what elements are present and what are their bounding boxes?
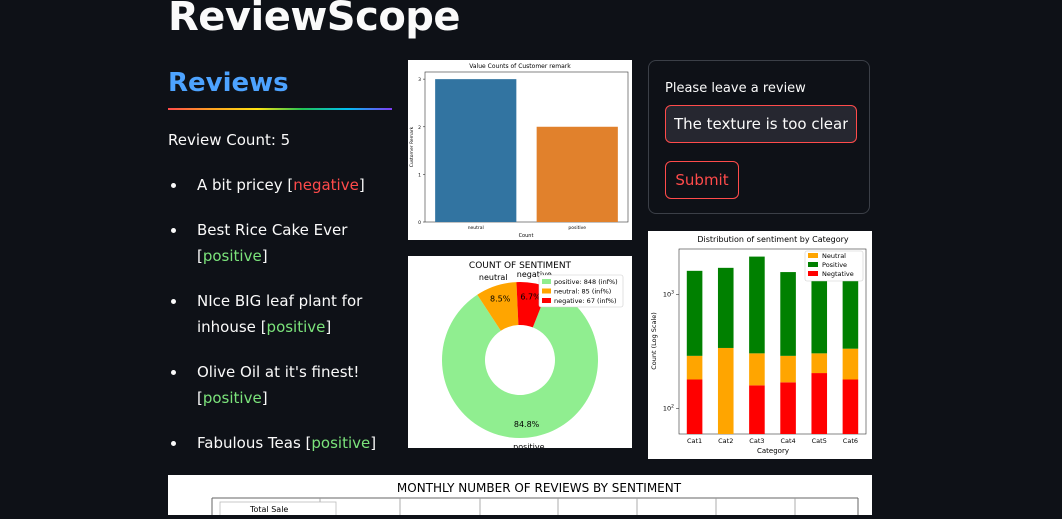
sentiment-donut-chart-svg: COUNT OF SENTIMENT 84.8%positive8.5%neut… (442, 261, 624, 452)
monthly-reviews-table-svg: MONTHLY NUMBER OF REVIEWS BY SENTIMENT T… (211, 481, 859, 519)
legend-entry: Neutral (822, 252, 846, 260)
legend-swatch (542, 288, 551, 294)
review-text: Best Rice Cake Ever (197, 221, 348, 239)
bar-Cat3-negtative (749, 385, 765, 434)
x-tick-label: Cat1 (687, 437, 702, 445)
submit-button[interactable]: Submit (665, 161, 739, 199)
category-sentiment-chart: Distribution of sentiment by Category 10… (648, 231, 872, 459)
bar-Cat2-neutral (717, 347, 734, 434)
review-input[interactable] (665, 105, 857, 143)
legend-swatch (808, 271, 818, 276)
app-title: ReviewScope (168, 0, 461, 40)
remark-bar-chart-svg: Value Counts of Customer remark 0 1 2 3 neut… (409, 63, 629, 239)
review-form: Please leave a review Submit (648, 60, 870, 214)
y-tick-label: 102 (663, 404, 674, 413)
legend-entry: negative: 67 (inf%) (554, 297, 616, 305)
review-count: Review Count: 5 (168, 131, 291, 149)
bar-Cat6-neutral (842, 348, 859, 380)
bar-Cat6-negtative (842, 379, 859, 434)
table-title: MONTHLY NUMBER OF REVIEWS BY SENTIMENT (397, 481, 682, 495)
bar-Cat5-negtative (811, 373, 828, 434)
legend-entry: positive: 848 (inf%) (554, 278, 618, 286)
table-header-text: Total Sale (249, 505, 288, 514)
legend-swatch (808, 262, 818, 267)
slice-label: positive (513, 443, 544, 448)
legend-swatch (542, 298, 551, 303)
review-item: Fabulous Teas [positive] (168, 430, 398, 456)
y-axis-label: Count (Log Scale) (650, 312, 658, 370)
legend-swatch (542, 279, 551, 284)
slice-label: neutral (479, 273, 508, 282)
sentiment-tag: negative (293, 176, 359, 194)
slice-percent-label: 84.8% (514, 420, 540, 429)
x-tick-label: positive (568, 225, 586, 231)
sentiment-donut-chart: COUNT OF SENTIMENT 84.8% positive 8.5% neut… (408, 256, 632, 452)
legend-swatch (808, 253, 818, 258)
table-header-cells (319, 498, 796, 515)
bar-Cat2-positive (717, 267, 734, 348)
review-list: A bit pricey [negative] Best Rice Cake E… (168, 172, 398, 475)
bar-Cat5-neutral (811, 353, 828, 374)
bar-neutral (435, 79, 517, 222)
x-axis-label: Category (757, 447, 789, 455)
slice-percent-label: 6.7% (520, 292, 541, 301)
bar-Cat1-positive (686, 270, 703, 356)
slice-percent-label: 8.5% (490, 295, 511, 304)
review-item: A bit pricey [negative] (168, 172, 398, 198)
bar-Cat6-positive (842, 271, 859, 349)
review-input-label: Please leave a review (665, 81, 806, 96)
y-tick-label: 2 (418, 125, 421, 131)
x-tick-label: Cat4 (780, 437, 795, 445)
y-tick-label: 3 (418, 77, 421, 83)
bar-Cat1-neutral (686, 355, 703, 380)
x-tick-label: Cat6 (843, 437, 858, 445)
category-sentiment-chart-svg: Distribution of sentiment by Category 10… (650, 235, 867, 455)
sentiment-tag: positive (202, 247, 262, 265)
sentiment-tag: positive (311, 434, 371, 452)
monthly-reviews-table: MONTHLY NUMBER OF REVIEWS BY SENTIMENT T… (168, 475, 872, 519)
review-text: Olive Oil at it's finest! (197, 363, 360, 381)
x-axis-label: Count (519, 233, 534, 239)
x-tick-label: Cat3 (749, 437, 764, 445)
x-tick-label: Cat5 (812, 437, 827, 445)
chart-title: Value Counts of Customer remark (469, 63, 571, 70)
chart-title: Distribution of sentiment by Category (697, 235, 849, 244)
heading-divider (168, 108, 392, 110)
y-tick-label: 103 (663, 289, 674, 298)
bar-positive (536, 126, 618, 222)
y-tick-label: 0 (418, 220, 421, 226)
review-item: Olive Oil at it's finest! [positive] (168, 359, 398, 411)
bar-Cat4-negtative (780, 382, 796, 434)
review-text: A bit pricey (197, 176, 283, 194)
sentiment-tag: positive (266, 318, 326, 336)
y-tick-label: 1 (418, 172, 421, 178)
bar-Cat4-positive (780, 272, 796, 356)
bar-Cat5-positive (811, 273, 828, 354)
bar-Cat3-neutral (749, 353, 765, 386)
chart-legend: positive: 848 (inf%) neutral: 85 (inf%)ne… (538, 274, 624, 308)
x-tick-label: Cat2 (718, 437, 733, 445)
review-text: Fabulous Teas (197, 434, 301, 452)
x-tick-label: neutral (468, 225, 484, 231)
bar-Cat3-positive (749, 256, 765, 354)
y-axis-label: Customer Remark (409, 126, 415, 167)
review-item: NIce BIG leaf plant for inhouse [positiv… (168, 288, 398, 340)
review-item: Best Rice Cake Ever [positive] (168, 217, 398, 269)
sentiment-tag: positive (202, 389, 262, 407)
legend-entry: Negtative (822, 270, 854, 278)
reviews-heading: Reviews (168, 68, 289, 98)
bar-Cat1-negtative (686, 379, 703, 434)
legend-entry: Positive (822, 261, 847, 269)
legend-entry: neutral: 85 (inf%) (554, 288, 611, 296)
bar-Cat4-neutral (780, 355, 796, 383)
remark-bar-chart: Value Counts of Customer remark 0 1 2 3 neut… (408, 60, 632, 240)
